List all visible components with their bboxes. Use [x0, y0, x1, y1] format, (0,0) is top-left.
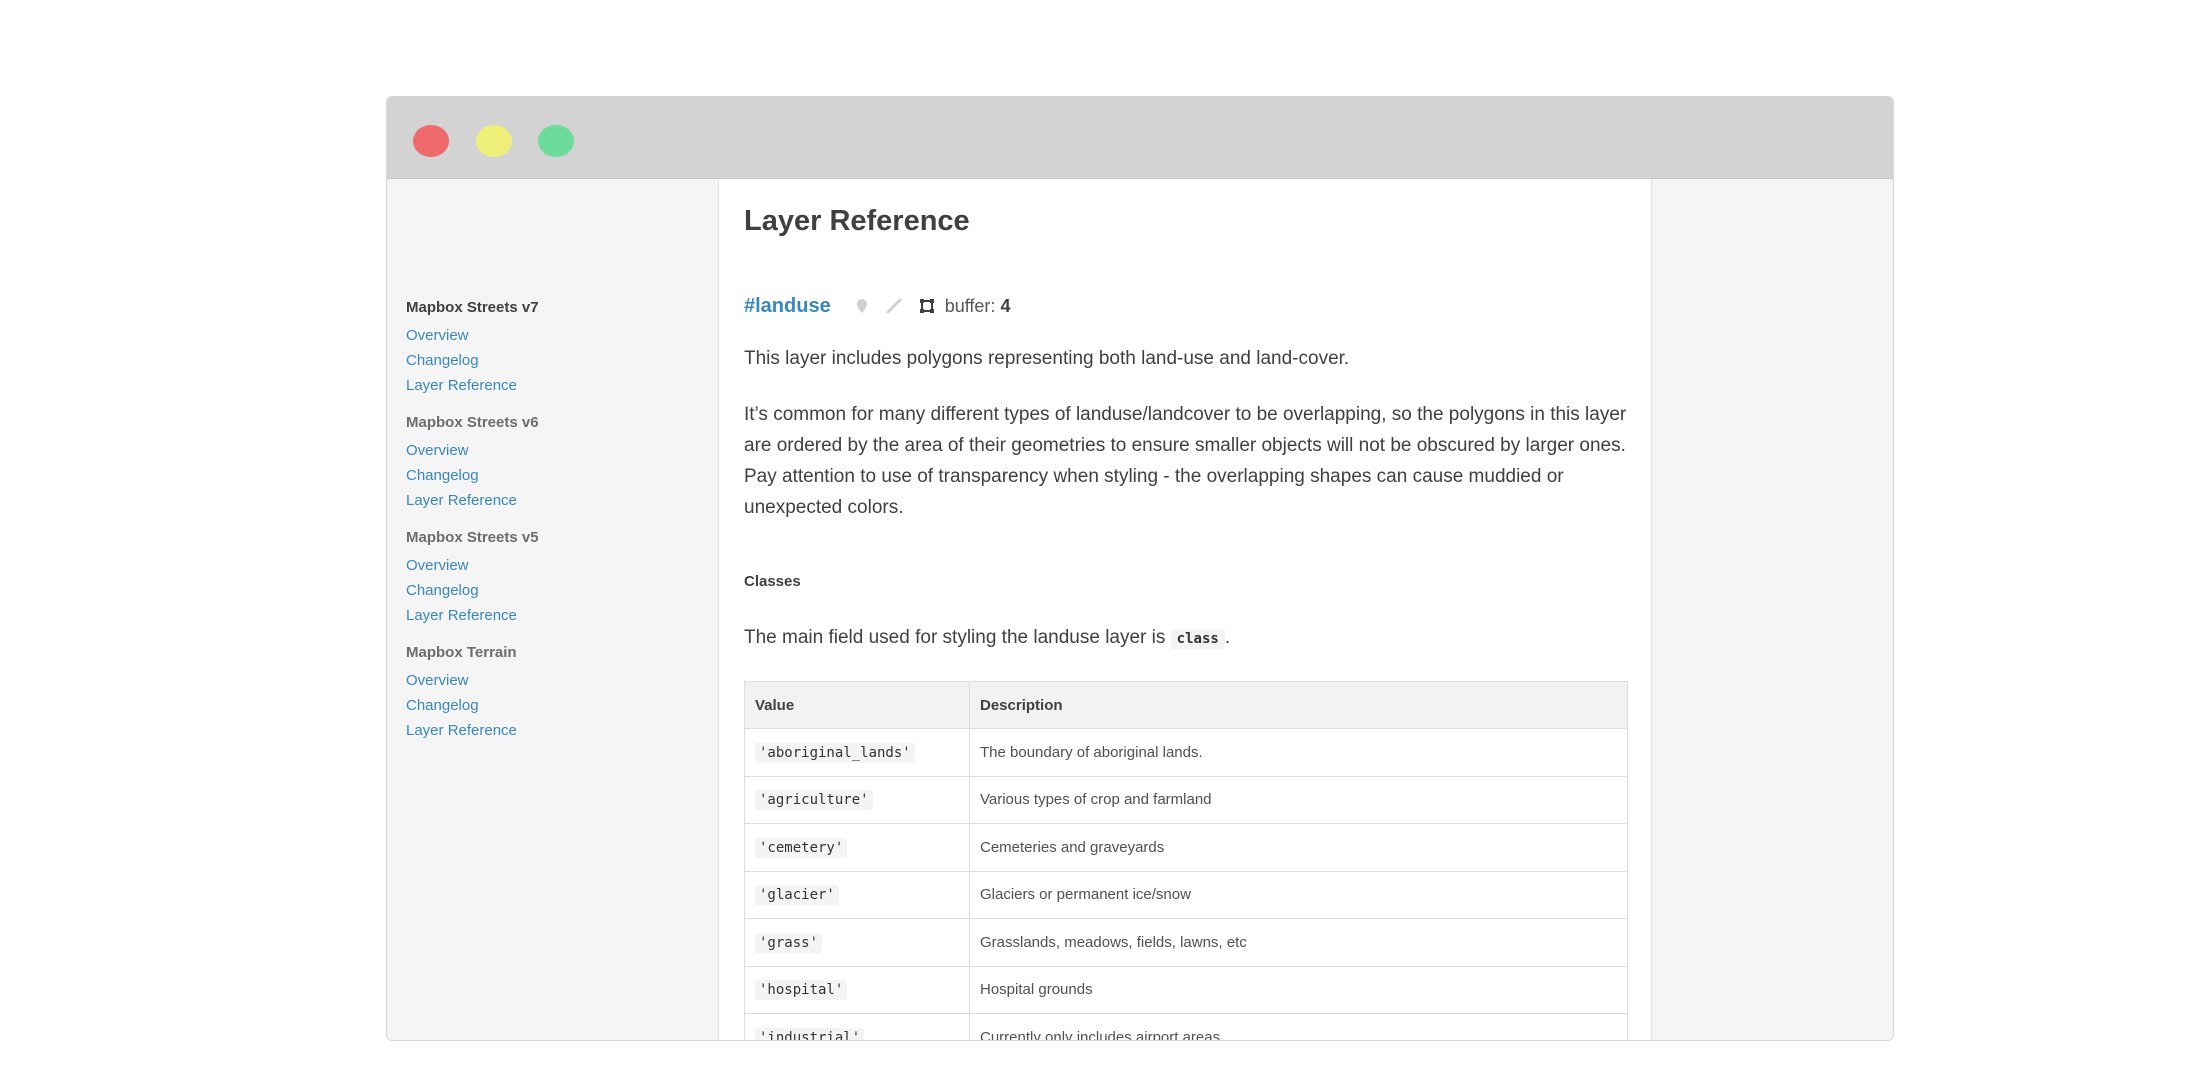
- class-value-code: 'glacier': [755, 885, 839, 906]
- maximize-window-button[interactable]: [538, 125, 574, 157]
- sidebar: Mapbox Streets v7 Overview Changelog Lay…: [387, 179, 719, 1040]
- table-row: 'agriculture' Various types of crop and …: [744, 775, 1628, 824]
- table-row: 'aboriginal_lands' The boundary of abori…: [744, 728, 1628, 777]
- nav-link-layer-reference[interactable]: Layer Reference: [406, 603, 706, 628]
- nav-group-streets-v6: Mapbox Streets v6 Overview Changelog Lay…: [406, 412, 706, 513]
- class-value-code: 'hospital': [755, 980, 848, 1001]
- value-cell: 'glacier': [744, 870, 970, 919]
- nav-link-overview[interactable]: Overview: [406, 668, 706, 693]
- value-cell: 'aboriginal_lands': [744, 728, 970, 777]
- table-row: 'glacier' Glaciers or permanent ice/snow: [744, 870, 1628, 919]
- value-cell: 'cemetery': [744, 823, 970, 872]
- point-icon: [855, 298, 869, 314]
- layer-anchor-link[interactable]: #landuse: [744, 295, 831, 318]
- classes-heading: Classes: [744, 573, 801, 590]
- class-value-code: 'grass': [755, 932, 823, 953]
- description-cell: The boundary of aboriginal lands.: [969, 728, 1628, 777]
- close-window-button[interactable]: [413, 125, 449, 157]
- class-value-code: 'cemetery': [755, 837, 848, 858]
- classes-intro-period: .: [1224, 627, 1231, 648]
- buffer-value: 4: [1000, 295, 1011, 316]
- value-cell: 'agriculture': [744, 775, 970, 824]
- value-cell: 'hospital': [744, 965, 970, 1014]
- table-header-row: Value Description: [744, 681, 1628, 729]
- nav-group-heading: Mapbox Streets v7: [406, 299, 539, 316]
- nav-group-streets-v7: Mapbox Streets v7 Overview Changelog Lay…: [406, 297, 706, 398]
- table-row: 'cemetery' Cemeteries and graveyards: [744, 823, 1628, 872]
- class-field-code: class: [1170, 629, 1225, 649]
- classes-intro-text: The main field used for styling the land…: [744, 627, 1171, 648]
- nav-link-changelog[interactable]: Changelog: [406, 348, 706, 373]
- buffer-label: buffer:: [944, 295, 996, 316]
- buffer-info: buffer: 4: [945, 296, 1011, 317]
- column-header-value: Value: [744, 681, 970, 729]
- window-titlebar: [387, 97, 1893, 179]
- value-cell: 'industrial': [744, 1013, 970, 1040]
- nav-link-overview[interactable]: Overview: [406, 553, 706, 578]
- nav-link-layer-reference[interactable]: Layer Reference: [406, 373, 706, 398]
- description-cell: Hospital grounds: [969, 965, 1628, 1014]
- layer-header: #landuse buffer: 4: [744, 291, 1010, 321]
- nav-link-changelog[interactable]: Changelog: [406, 693, 706, 718]
- class-value-code: 'agriculture': [755, 790, 873, 811]
- nav-link-layer-reference[interactable]: Layer Reference: [406, 488, 706, 513]
- nav-group-heading: Mapbox Streets v6: [406, 414, 539, 431]
- right-rail: [1652, 179, 1893, 1040]
- value-cell: 'grass': [744, 918, 970, 967]
- nav-link-overview[interactable]: Overview: [406, 438, 706, 463]
- nav-link-layer-reference[interactable]: Layer Reference: [406, 718, 706, 743]
- description-cell: Cemeteries and graveyards: [969, 823, 1628, 872]
- nav-link-changelog[interactable]: Changelog: [406, 578, 706, 603]
- class-value-code: 'aboriginal_lands': [755, 742, 915, 763]
- nav-link-changelog[interactable]: Changelog: [406, 463, 706, 488]
- layer-description: This layer includes polygons representin…: [744, 348, 1350, 369]
- main-content: Layer Reference #landuse buffer: 4 This …: [719, 179, 1652, 1040]
- page-title: Layer Reference: [744, 205, 970, 237]
- nav-group-streets-v5: Mapbox Streets v5 Overview Changelog Lay…: [406, 527, 706, 628]
- description-cell: Currently only includes airport areas: [969, 1013, 1628, 1040]
- description-cell: Glaciers or permanent ice/snow: [969, 870, 1628, 919]
- description-cell: Various types of crop and farmland: [969, 775, 1628, 824]
- table-row: 'hospital' Hospital grounds: [744, 965, 1628, 1014]
- line-icon: [885, 298, 903, 314]
- nav-group-terrain: Mapbox Terrain Overview Changelog Layer …: [406, 642, 706, 743]
- sidebar-nav: Mapbox Streets v7 Overview Changelog Lay…: [406, 297, 706, 757]
- layer-ordering-note: It’s common for many different types of …: [744, 404, 1627, 518]
- minimize-window-button[interactable]: [476, 125, 512, 157]
- nav-group-heading: Mapbox Terrain: [406, 644, 517, 661]
- classes-table-wrapper: Value Description 'aboriginal_lands' The…: [744, 681, 1628, 1040]
- polygon-icon: [919, 298, 935, 314]
- classes-intro: The main field used for styling the land…: [744, 622, 1628, 655]
- browser-window: Mapbox Streets v7 Overview Changelog Lay…: [386, 96, 1894, 1041]
- table-row: 'industrial' Currently only includes air…: [744, 1013, 1628, 1040]
- classes-table: Value Description 'aboriginal_lands' The…: [744, 681, 1628, 1040]
- nav-group-heading: Mapbox Streets v5: [406, 529, 539, 546]
- class-value-code: 'industrial': [755, 1027, 865, 1040]
- column-header-description: Description: [969, 681, 1628, 729]
- table-row: 'grass' Grasslands, meadows, fields, law…: [744, 918, 1628, 967]
- description-cell: Grasslands, meadows, fields, lawns, etc: [969, 918, 1628, 967]
- nav-link-overview[interactable]: Overview: [406, 323, 706, 348]
